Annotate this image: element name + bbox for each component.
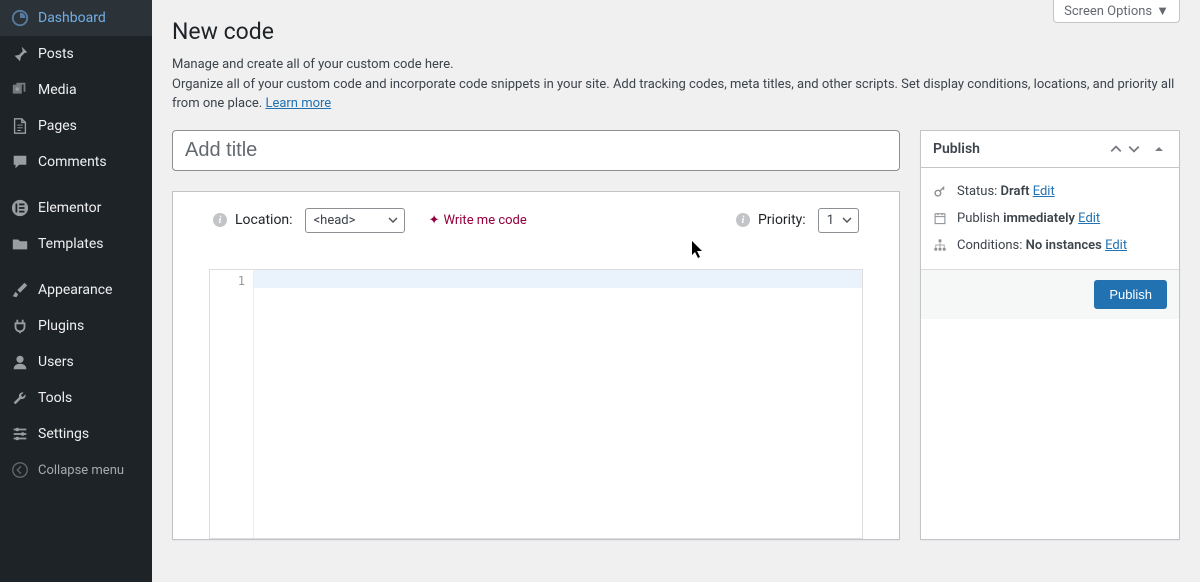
sidebar-item-label: Elementor: [38, 200, 101, 216]
sidebar-collapse-label: Collapse menu: [38, 463, 124, 478]
sidebar-item-users[interactable]: Users: [0, 344, 152, 380]
key-icon: [933, 184, 949, 198]
sidebar-item-label: Posts: [38, 46, 74, 62]
page-icon: [10, 116, 30, 136]
info-icon: i: [213, 213, 227, 227]
write-me-code-button[interactable]: ✦ Write me code: [429, 213, 527, 228]
chevron-down-icon: [388, 215, 398, 225]
sidebar-item-label: Media: [38, 82, 77, 98]
sidebar-item-label: Plugins: [38, 318, 84, 334]
plug-icon: [10, 316, 30, 336]
toggle-panel-button[interactable]: [1151, 144, 1167, 154]
info-icon: i: [736, 213, 750, 227]
main-content: Screen Options ▼ New code Manage and cre…: [152, 0, 1200, 582]
move-up-button[interactable]: [1107, 143, 1125, 155]
publish-date-value: immediately: [1003, 211, 1075, 226]
code-content[interactable]: [254, 270, 862, 538]
wrench-icon: [10, 388, 30, 408]
priority-value: 1: [827, 213, 834, 228]
sidebar-collapse[interactable]: Collapse menu: [0, 452, 152, 488]
code-editor[interactable]: 1: [209, 269, 863, 539]
sidebar-item-label: Dashboard: [38, 10, 106, 26]
sidebar-item-label: Templates: [38, 236, 104, 252]
folder-icon: [10, 234, 30, 254]
sidebar-item-posts[interactable]: Posts: [0, 36, 152, 72]
sidebar-item-label: Appearance: [38, 282, 112, 298]
sidebar-item-tools[interactable]: Tools: [0, 380, 152, 416]
sidebar-item-settings[interactable]: Settings: [0, 416, 152, 452]
publish-date-row: Publish immediately Edit: [933, 205, 1167, 232]
elementor-icon: [10, 198, 30, 218]
sitemap-icon: [933, 238, 949, 252]
publish-metabox: Publish Status: Draft Edit Publish immed…: [920, 130, 1180, 540]
editor-panel: i Location: <head> ✦ Write me code: [172, 191, 900, 540]
sidebar-item-label: Pages: [38, 118, 77, 134]
publish-heading: Publish: [933, 141, 1107, 157]
user-icon: [10, 352, 30, 372]
conditions-edit-link[interactable]: Edit: [1105, 238, 1127, 253]
sidebar-item-pages[interactable]: Pages: [0, 108, 152, 144]
comment-icon: [10, 152, 30, 172]
sliders-icon: [10, 424, 30, 444]
calendar-icon: [933, 211, 949, 225]
publish-button[interactable]: Publish: [1094, 280, 1167, 309]
location-value: <head>: [314, 213, 356, 228]
publish-date-edit-link[interactable]: Edit: [1078, 211, 1100, 226]
sidebar-item-comments[interactable]: Comments: [0, 144, 152, 180]
publish-header: Publish: [921, 131, 1179, 168]
sidebar-item-label: Users: [38, 354, 74, 370]
location-select[interactable]: <head>: [305, 208, 405, 233]
sidebar-item-plugins[interactable]: Plugins: [0, 308, 152, 344]
priority-select[interactable]: 1: [818, 208, 859, 233]
conditions-row: Conditions: No instances Edit: [933, 232, 1167, 259]
pin-icon: [10, 44, 30, 64]
location-label: Location:: [235, 212, 293, 228]
brush-icon: [10, 280, 30, 300]
screen-options-label: Screen Options: [1064, 4, 1152, 19]
line-gutter: 1: [210, 270, 254, 538]
dashboard-icon: [10, 8, 30, 28]
conditions-value: No instances: [1026, 238, 1102, 253]
chevron-down-icon: [842, 215, 852, 225]
line-number: 1: [210, 274, 245, 288]
learn-more-link[interactable]: Learn more: [265, 96, 331, 111]
move-down-button[interactable]: [1125, 143, 1143, 155]
admin-sidebar: Dashboard Posts Media Pages Comments Ele…: [0, 0, 152, 582]
sidebar-item-appearance[interactable]: Appearance: [0, 272, 152, 308]
editor-toolbar: i Location: <head> ✦ Write me code: [173, 192, 899, 249]
sidebar-item-label: Comments: [38, 154, 107, 170]
title-input[interactable]: [172, 130, 900, 171]
sidebar-item-media[interactable]: Media: [0, 72, 152, 108]
screen-options-button[interactable]: Screen Options ▼: [1053, 0, 1180, 23]
media-icon: [10, 80, 30, 100]
active-line: [254, 270, 862, 288]
sidebar-item-templates[interactable]: Templates: [0, 226, 152, 262]
priority-label: Priority:: [758, 212, 806, 228]
collapse-icon: [10, 460, 30, 480]
caret-down-icon: ▼: [1156, 3, 1169, 19]
status-row: Status: Draft Edit: [933, 178, 1167, 205]
sidebar-item-label: Tools: [38, 390, 72, 406]
write-code-label: Write me code: [443, 213, 526, 228]
status-edit-link[interactable]: Edit: [1033, 184, 1055, 199]
sidebar-item-label: Settings: [38, 426, 89, 442]
page-title: New code: [172, 18, 1180, 45]
page-description: Manage and create all of your custom cod…: [172, 55, 1180, 114]
status-value: Draft: [1001, 184, 1030, 199]
sparkle-icon: ✦: [429, 213, 440, 228]
sidebar-item-dashboard[interactable]: Dashboard: [0, 0, 152, 36]
sidebar-item-elementor[interactable]: Elementor: [0, 190, 152, 226]
